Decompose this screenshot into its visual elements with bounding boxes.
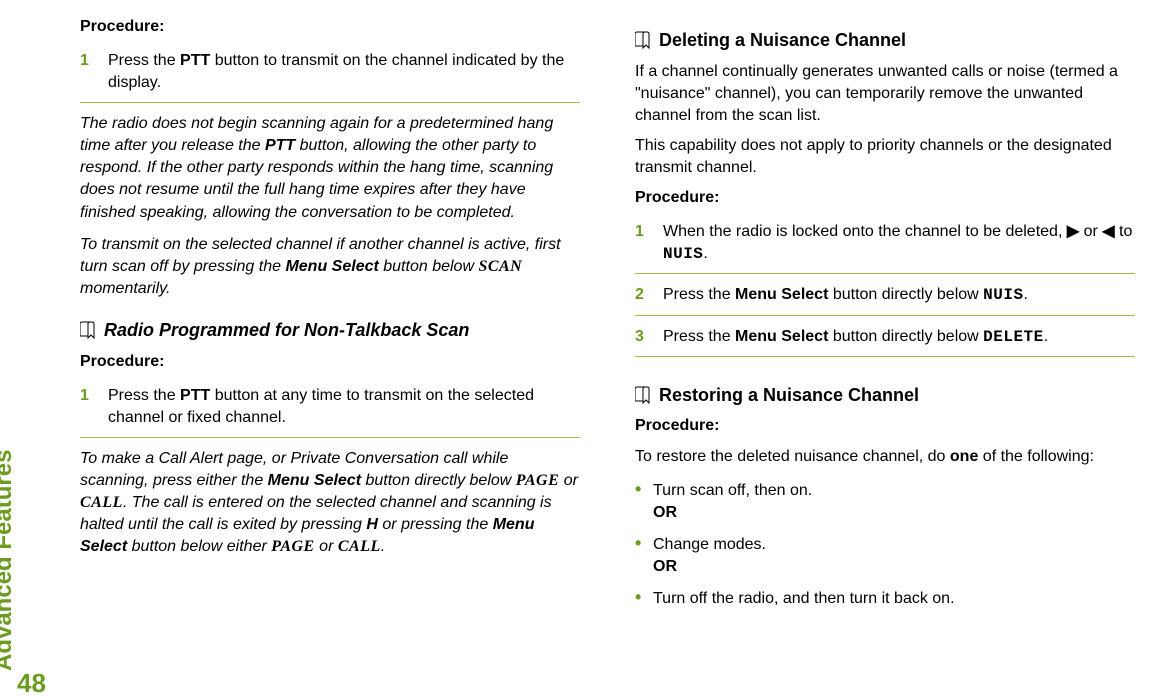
procedure-label: Procedure:: [635, 187, 1135, 209]
menu-select-label: Menu Select: [285, 258, 378, 275]
heading-text: Deleting a Nuisance Channel: [659, 28, 906, 53]
step-item: Press the PTT button at any time to tran…: [80, 381, 580, 438]
step-text: Press the: [663, 286, 735, 303]
ptt-label: PTT: [180, 387, 210, 404]
text: momentarily.: [80, 280, 170, 297]
text: button directly below: [361, 472, 516, 489]
text: or pressing the: [378, 516, 493, 533]
step-text: .: [1024, 286, 1028, 303]
ptt-label: PTT: [180, 52, 210, 69]
bookmark-icon: [635, 31, 651, 49]
bullet-text: Turn scan off, then on.: [653, 482, 812, 499]
procedure-word: Procedure: [80, 18, 159, 35]
procedure-label: Procedure:: [80, 16, 580, 38]
menu-select-label: Menu Select: [735, 328, 828, 345]
left-column: Procedure: Press the PTT button to trans…: [80, 10, 580, 669]
steps-list-1: Press the PTT button to transmit on the …: [80, 46, 580, 103]
step-text: When the radio is locked onto the channe…: [663, 223, 1067, 240]
heading-text: Restoring a Nuisance Channel: [659, 383, 919, 408]
section-heading: Deleting a Nuisance Channel: [635, 28, 1135, 53]
heading-text: Radio Programmed for Non-Talkback Scan: [104, 318, 469, 343]
body-paragraph: If a channel continually generates unwan…: [635, 61, 1135, 127]
steps-list-2: Press the PTT button at any time to tran…: [80, 381, 580, 438]
body-paragraph: This capability does not apply to priori…: [635, 135, 1135, 179]
menu-select-label: Menu Select: [735, 286, 828, 303]
text: of the following:: [978, 448, 1094, 465]
home-icon: H: [366, 516, 378, 533]
page-number: 48: [17, 668, 46, 699]
italic-paragraph: To transmit on the selected channel if a…: [80, 234, 580, 300]
step-text: .: [1044, 328, 1048, 345]
call-softkey: CALL: [338, 538, 381, 555]
text: or: [559, 472, 578, 489]
colon: :: [159, 18, 164, 35]
text: button below: [379, 258, 479, 275]
page-softkey: PAGE: [271, 538, 314, 555]
procedure-label: Procedure:: [80, 351, 580, 373]
step-item: When the radio is locked onto the channe…: [635, 217, 1135, 274]
step-text: or: [1079, 223, 1102, 240]
step-item: Press the PTT button to transmit on the …: [80, 46, 580, 103]
page-softkey: PAGE: [516, 472, 559, 489]
nuis-softkey: NUIS: [983, 286, 1023, 304]
procedure-label: Procedure:: [635, 415, 1135, 437]
step-text: to: [1115, 223, 1133, 240]
step-item: Press the Menu Select button directly be…: [635, 280, 1135, 315]
bullet-text: Change modes.: [653, 536, 766, 553]
body-paragraph: To restore the deleted nuisance channel,…: [635, 446, 1135, 468]
step-text: Press the: [108, 387, 180, 404]
step-text: Press the: [663, 328, 735, 345]
bookmark-icon: [80, 321, 96, 339]
bullet-list-restore: Turn scan off, then on. OR Change modes.…: [635, 476, 1135, 616]
step-text: .: [703, 245, 707, 262]
right-arrow-icon: ▶: [1067, 223, 1079, 240]
step-item: Press the Menu Select button directly be…: [635, 322, 1135, 357]
text: or: [315, 538, 338, 555]
right-column: Deleting a Nuisance Channel If a channel…: [635, 10, 1135, 669]
section-heading: Radio Programmed for Non-Talkback Scan: [80, 318, 580, 343]
steps-list-delete: When the radio is locked onto the channe…: [635, 217, 1135, 356]
side-tab-label: Advanced Features: [0, 450, 18, 671]
bookmark-icon: [635, 386, 651, 404]
bullet-text: Turn off the radio, and then turn it bac…: [653, 590, 955, 607]
left-arrow-icon: ◀: [1102, 223, 1114, 240]
step-text: button directly below: [828, 328, 983, 345]
text: .: [381, 538, 385, 555]
or-label: OR: [653, 502, 1135, 524]
call-softkey: CALL: [80, 494, 123, 511]
italic-paragraph: The radio does not begin scanning again …: [80, 113, 580, 223]
section-heading: Restoring a Nuisance Channel: [635, 383, 1135, 408]
emphasis-one: one: [950, 448, 978, 465]
step-text: button directly below: [828, 286, 983, 303]
scan-softkey: SCAN: [478, 258, 522, 275]
text: To restore the deleted nuisance channel,…: [635, 448, 950, 465]
list-item: Turn off the radio, and then turn it bac…: [635, 584, 1135, 616]
delete-softkey: DELETE: [983, 328, 1044, 346]
ptt-label: PTT: [265, 137, 295, 154]
italic-paragraph: To make a Call Alert page, or Private Co…: [80, 448, 580, 558]
text: button below either: [127, 538, 271, 555]
list-item: Change modes. OR: [635, 530, 1135, 584]
nuis-softkey: NUIS: [663, 245, 703, 263]
menu-select-label: Menu Select: [268, 472, 361, 489]
or-label: OR: [653, 556, 1135, 578]
manual-page: Advanced Features 48 Procedure: Press th…: [0, 0, 1165, 699]
step-text: Press the: [108, 52, 180, 69]
two-column-layout: Procedure: Press the PTT button to trans…: [80, 10, 1135, 669]
list-item: Turn scan off, then on. OR: [635, 476, 1135, 530]
